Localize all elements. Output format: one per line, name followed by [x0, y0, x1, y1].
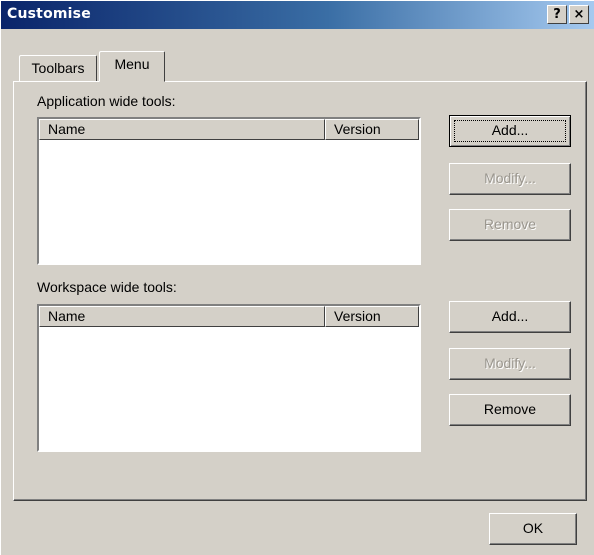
- window-title: Customise: [7, 6, 91, 22]
- tab-toolbars-label: Toolbars: [31, 60, 85, 76]
- column-header-name[interactable]: Name: [39, 119, 325, 140]
- workspace-tools-label: Workspace wide tools:: [37, 279, 177, 295]
- application-remove-button[interactable]: Remove: [449, 209, 571, 241]
- workspace-remove-button[interactable]: Remove: [449, 394, 571, 426]
- close-button[interactable]: ×: [569, 5, 589, 24]
- workspace-tools-label-text: Workspace wide tools:: [37, 279, 177, 295]
- tab-menu[interactable]: Menu: [99, 51, 165, 82]
- application-tools-label-text: Application wide tools:: [37, 93, 176, 109]
- ok-button-label: OK: [522, 520, 544, 536]
- tab-menu-label: Menu: [114, 56, 150, 72]
- focus-rectangle: [454, 120, 566, 142]
- application-remove-button-label: Remove: [483, 216, 537, 232]
- column-header-name[interactable]: Name: [39, 306, 325, 327]
- ok-button[interactable]: OK: [489, 513, 577, 545]
- tab-toolbars[interactable]: Toolbars: [19, 55, 97, 81]
- workspace-modify-button[interactable]: Modify...: [449, 348, 571, 380]
- workspace-add-button[interactable]: Add...: [449, 301, 571, 333]
- title-bar[interactable]: Customise ? ×: [1, 1, 594, 29]
- workspace-add-button-label: Add...: [491, 308, 529, 324]
- application-modify-button-label: Modify...: [484, 170, 536, 186]
- column-header-version[interactable]: Version: [325, 306, 419, 327]
- workspace-tools-list[interactable]: Name Version: [36, 303, 422, 453]
- application-add-button[interactable]: Add...: [449, 115, 571, 147]
- workspace-modify-button-label: Modify...: [484, 355, 536, 371]
- help-button[interactable]: ?: [547, 5, 567, 24]
- application-tools-label: Application wide tools:: [37, 93, 176, 109]
- column-header-version[interactable]: Version: [325, 119, 419, 140]
- customise-dialog: Customise ? × Toolbars Menu Application …: [0, 0, 594, 555]
- application-modify-button[interactable]: Modify...: [449, 163, 571, 195]
- workspace-remove-button-label: Remove: [483, 401, 537, 417]
- application-tools-list[interactable]: Name Version: [36, 116, 422, 266]
